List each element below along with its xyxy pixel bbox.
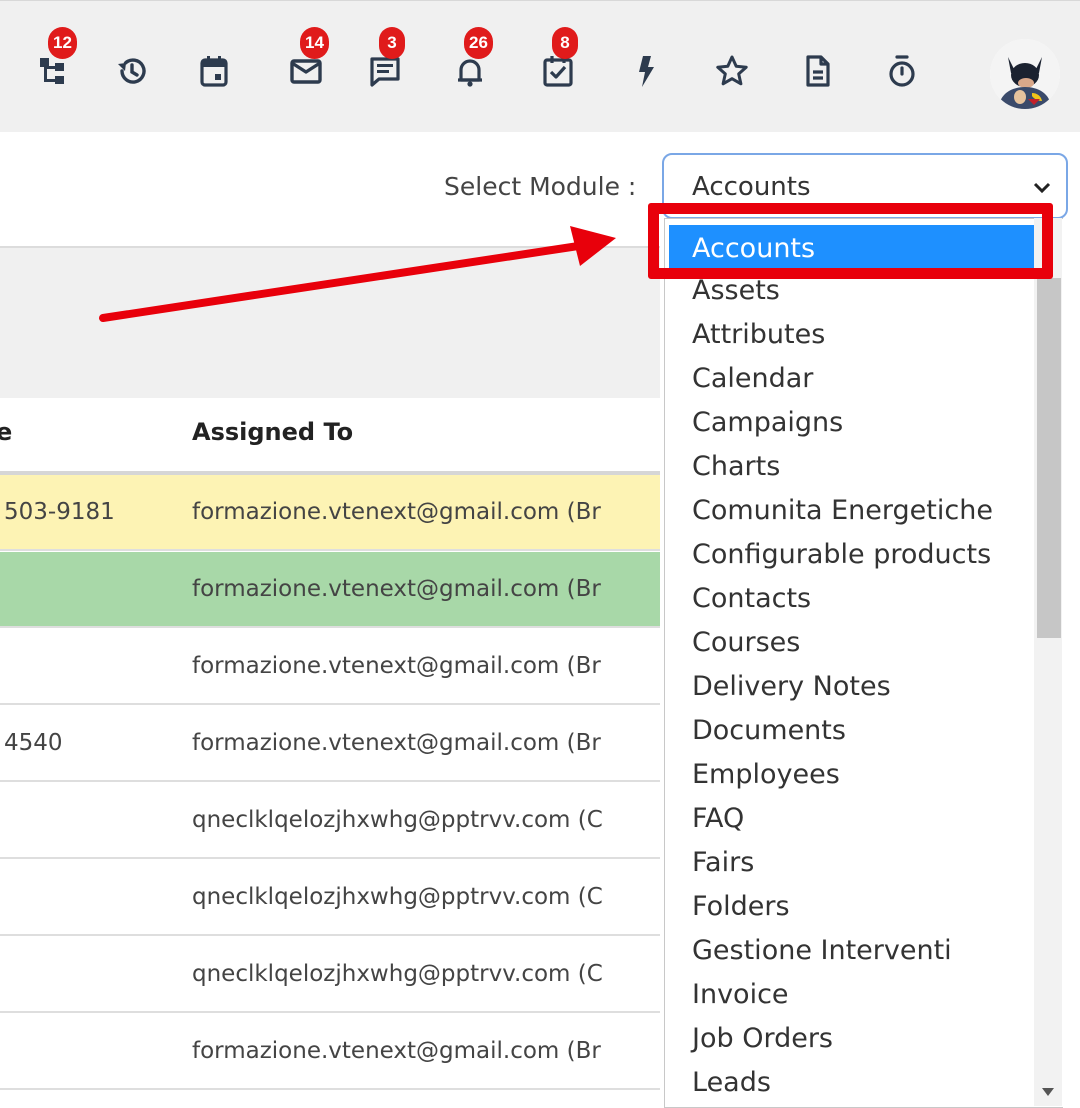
org-chart-icon[interactable]: 12 — [32, 27, 77, 93]
assigned-to-cell: formazione.vtenext@gmail.com (Br — [192, 1038, 601, 1064]
module-dropdown-list: Accounts Assets Attributes Calendar Camp… — [664, 218, 1063, 1108]
dropdown-option[interactable]: Folders — [692, 891, 790, 922]
column-header-assigned-to[interactable]: Assigned To — [192, 418, 353, 446]
assigned-to-cell: qneclklqelozjhxwhg@pptrvv.com (C — [192, 961, 603, 987]
phone-cell: 503-9181 — [4, 499, 115, 525]
dropdown-option[interactable]: Campaigns — [692, 407, 843, 438]
annotation-highlight-box — [648, 203, 1053, 279]
assigned-to-cell: formazione.vtenext@gmail.com (Br — [192, 499, 601, 525]
dropdown-option[interactable]: Fairs — [692, 847, 754, 878]
table-row[interactable]: qneclklqelozjhxwhg@pptrvv.com (C — [0, 860, 660, 936]
dropdown-option[interactable]: FAQ — [692, 803, 744, 834]
dropdown-option[interactable]: Contacts — [692, 583, 811, 614]
scroll-down-arrow-icon[interactable] — [1042, 1088, 1054, 1096]
dropdown-option[interactable]: Attributes — [692, 319, 825, 350]
dropdown-option[interactable]: Employees — [692, 759, 840, 790]
assigned-to-cell: formazione.vtenext@gmail.com (Br — [192, 730, 601, 756]
dropdown-option[interactable]: Calendar — [692, 363, 813, 394]
top-toolbar: 12 14 3 26 8 — [0, 0, 1080, 132]
assigned-to-cell: qneclklqelozjhxwhg@pptrvv.com (C — [192, 884, 603, 910]
table-row[interactable]: 503-9181 formazione.vtenext@gmail.com (B… — [0, 475, 660, 551]
table-row[interactable]: formazione.vtenext@gmail.com (Br — [0, 629, 660, 705]
dropdown-option[interactable]: Delivery Notes — [692, 671, 891, 702]
table-row[interactable]: 4540 formazione.vtenext@gmail.com (Br — [0, 706, 660, 782]
notification-badge: 26 — [464, 27, 493, 59]
dropdown-option[interactable]: Comunita Energetiche — [692, 495, 993, 526]
chat-icon[interactable]: 3 — [363, 27, 407, 93]
dropdown-option[interactable]: Documents — [692, 715, 846, 746]
table-row[interactable]: formazione.vtenext@gmail.com (Br — [0, 1014, 660, 1090]
notification-badge: 3 — [379, 27, 405, 59]
tasks-icon[interactable]: 8 — [536, 27, 580, 93]
scrollbar-thumb[interactable] — [1037, 278, 1061, 638]
chevron-down-icon — [1033, 182, 1051, 194]
phone-cell: 4540 — [4, 730, 63, 756]
dropdown-option[interactable]: Configurable products — [692, 539, 991, 570]
notification-badge: 8 — [552, 27, 578, 59]
table-row[interactable]: qneclklqelozjhxwhg@pptrvv.com (C — [0, 937, 660, 1013]
lightning-icon[interactable] — [624, 49, 668, 93]
dropdown-option[interactable]: Charts — [692, 451, 780, 482]
dropdown-option[interactable]: Assets — [692, 275, 780, 306]
dropdown-option[interactable]: Gestione Interventi — [692, 935, 952, 966]
dropdown-option[interactable]: Leads — [692, 1067, 771, 1098]
dropdown-scrollbar[interactable] — [1034, 218, 1062, 1106]
user-avatar-icon[interactable] — [990, 39, 1060, 109]
table-row[interactable]: qneclklqelozjhxwhg@pptrvv.com (C — [0, 783, 660, 859]
assigned-to-cell: qneclklqelozjhxwhg@pptrvv.com (C — [192, 807, 603, 833]
mail-icon[interactable]: 14 — [284, 27, 329, 93]
notification-badge: 14 — [300, 27, 329, 59]
document-icon[interactable] — [796, 49, 840, 93]
star-icon[interactable] — [710, 49, 754, 93]
column-header-phone[interactable]: e — [0, 418, 12, 446]
table-row[interactable]: formazione.vtenext@gmail.com (Br — [0, 552, 660, 628]
assigned-to-cell: formazione.vtenext@gmail.com (Br — [192, 653, 601, 679]
assigned-to-cell: formazione.vtenext@gmail.com (Br — [192, 576, 601, 602]
calendar-icon[interactable] — [192, 49, 236, 93]
timer-icon[interactable] — [880, 49, 924, 93]
module-select-value: Accounts — [692, 172, 811, 202]
notification-badge: 12 — [48, 27, 77, 59]
filter-panel — [0, 248, 660, 398]
history-icon[interactable] — [110, 49, 154, 93]
bell-icon[interactable]: 26 — [448, 27, 493, 93]
dropdown-option[interactable]: Job Orders — [692, 1023, 833, 1054]
dropdown-option[interactable]: Invoice — [692, 979, 789, 1010]
select-module-label: Select Module : — [444, 172, 637, 201]
dropdown-option[interactable]: Courses — [692, 627, 800, 658]
